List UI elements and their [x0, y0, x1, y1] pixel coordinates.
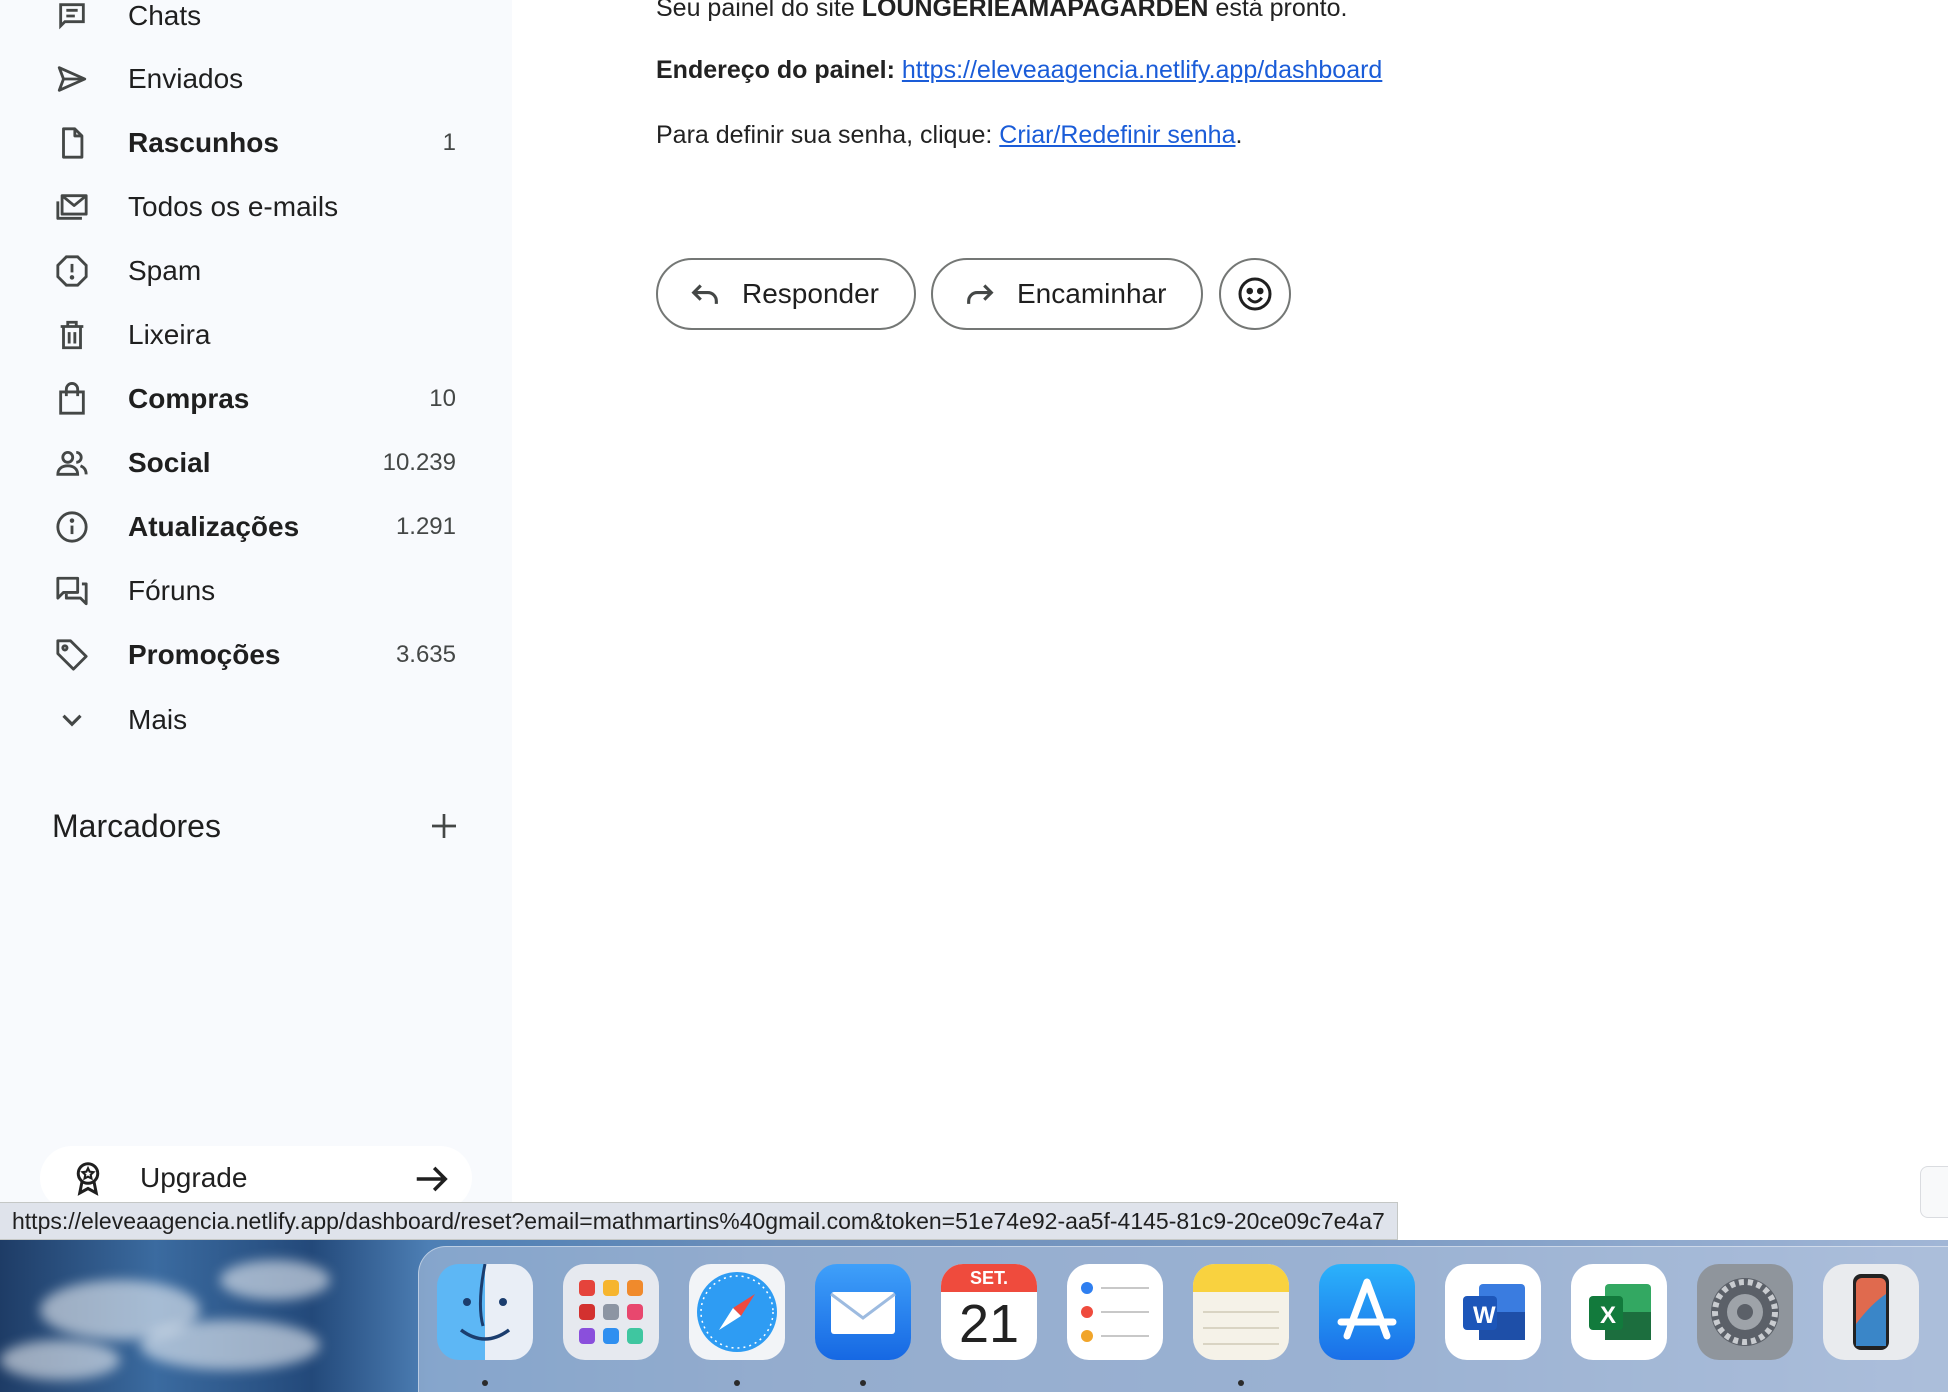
sidebar-item-promocoes[interactable]: Promoções 3.635 [0, 623, 512, 687]
sidebar-item-label: Promoções [128, 639, 281, 670]
dock-app-reminders[interactable] [1067, 1264, 1163, 1360]
people-icon [52, 443, 92, 483]
dock-app-calendar[interactable]: SET. 21 [941, 1264, 1037, 1360]
message-text: Para definir sua senha, clique: [656, 121, 1000, 149]
mail-envelope-icon [830, 1292, 896, 1334]
sidebar-item-label: Todos os e-mails [128, 191, 339, 222]
message-text: está pronto. [1208, 0, 1348, 22]
calendar-day: 21 [958, 1294, 1020, 1354]
upgrade-button[interactable]: Upgrade [40, 1146, 472, 1210]
unread-count: 3.635 [395, 641, 456, 668]
dock-app-safari[interactable] [689, 1264, 785, 1360]
sidebar-item-label: Rascunhos [128, 127, 279, 158]
finder-icon [459, 1264, 511, 1341]
notes-pad-icon [1193, 1264, 1289, 1345]
unread-count: 1 [442, 129, 456, 156]
chevron-down-icon [52, 700, 92, 740]
send-icon [52, 59, 92, 99]
sidebar-item-label: Spam [128, 255, 202, 286]
dock-app-app-store[interactable] [1319, 1264, 1415, 1360]
message-text: . [1235, 121, 1243, 149]
dock-app-word[interactable]: W [1445, 1264, 1541, 1360]
upgrade-label: Upgrade [140, 1162, 248, 1193]
safari-compass-icon [697, 1272, 777, 1352]
award-icon [76, 1162, 100, 1196]
sidebar-item-mais[interactable]: Mais [0, 688, 512, 752]
message-line-3: Para definir sua senha, clique: Criar/Re… [656, 121, 1242, 150]
sidebar-item-chats[interactable]: Chats [0, 0, 512, 48]
sidebar-item-lixeira[interactable]: Lixeira [0, 303, 512, 367]
dock-app-notes[interactable] [1193, 1264, 1289, 1360]
sidebar-item-todos-os-emails[interactable]: Todos os e-mails [0, 175, 512, 239]
dashboard-link[interactable]: https://eleveaagencia.netlify.app/dashbo… [902, 56, 1382, 84]
arrow-right-icon [416, 1166, 448, 1192]
shopping-bag-icon [52, 379, 92, 419]
reminders-list-icon [1081, 1282, 1149, 1342]
message-view: Seu painel do site LOUNGERIEAMAPAGARDEN … [512, 0, 1948, 1240]
trash-icon [52, 315, 92, 355]
plus-icon [432, 814, 456, 838]
sidebar-item-label: Mais [128, 704, 188, 735]
word-letter: W [1473, 1302, 1496, 1329]
labels-section-title: Marcadores [52, 808, 221, 844]
sidebar-item-rascunhos[interactable]: Rascunhos 1 [0, 111, 512, 175]
forum-icon [52, 571, 92, 611]
status-bar-url: https://eleveaagencia.netlify.app/dashbo… [0, 1202, 1398, 1240]
message-line-2: Endereço do painel: https://eleveaagenci… [656, 56, 1382, 85]
sidebar-item-foruns[interactable]: Fóruns [0, 559, 512, 623]
forward-label: Encaminhar [1017, 278, 1167, 309]
smiley-icon [1238, 277, 1272, 311]
sidebar-item-spam[interactable]: Spam [0, 239, 512, 303]
dashboard-address-label: Endereço do painel: [656, 56, 895, 84]
sidebar-item-label: Compras [128, 383, 250, 414]
reset-password-link[interactable]: Criar/Redefinir senha [999, 121, 1235, 149]
message-text: Seu painel do site [656, 0, 862, 22]
sidebar-item-label: Social [128, 447, 211, 478]
reply-button[interactable]: Responder [656, 258, 916, 330]
emoji-reaction-button[interactable] [1219, 258, 1291, 330]
sidebar-item-enviados[interactable]: Enviados [0, 47, 512, 111]
chat-icon [52, 0, 92, 36]
dock-app-mail[interactable] [815, 1264, 911, 1360]
sidebar: Chats Enviados Rascunhos 1 Todos os e-ma… [0, 0, 512, 1240]
tag-icon [52, 635, 92, 675]
sidebar-item-label: Chats [128, 0, 202, 31]
reply-label: Responder [742, 278, 879, 309]
sidebar-item-atualizacoes[interactable]: Atualizações 1.291 [0, 495, 512, 559]
dock-app-launchpad[interactable] [563, 1264, 659, 1360]
dock-app-iphone-mirroring[interactable] [1823, 1264, 1919, 1360]
sidebar-item-label: Atualizações [128, 511, 300, 542]
site-name: LOUNGERIEAMAPAGARDEN [861, 0, 1209, 22]
add-label-button[interactable] [424, 806, 464, 846]
spam-icon [52, 251, 92, 291]
excel-icon [1589, 1284, 1651, 1340]
forward-icon [967, 284, 994, 304]
dock-app-finder[interactable] [437, 1264, 533, 1360]
gear-icon [1711, 1278, 1779, 1346]
excel-letter: X [1600, 1302, 1617, 1329]
info-icon [52, 507, 92, 547]
side-panel-toggle[interactable] [1920, 1166, 1948, 1218]
unread-count: 10 [429, 385, 456, 412]
draft-file-icon [52, 123, 92, 163]
iphone-icon [1853, 1274, 1889, 1350]
unread-count: 1.291 [395, 513, 456, 540]
launchpad-grid-icon [579, 1280, 643, 1344]
message-line-1: Seu painel do site LOUNGERIEAMAPAGARDEN … [656, 0, 1347, 23]
all-mail-icon [52, 187, 92, 227]
sidebar-item-compras[interactable]: Compras 10 [0, 367, 512, 431]
unread-count: 10.239 [382, 449, 456, 476]
reply-icon [691, 284, 718, 304]
forward-button[interactable]: Encaminhar [931, 258, 1203, 330]
sidebar-item-label: Lixeira [128, 319, 211, 350]
sidebar-item-label: Enviados [128, 63, 244, 94]
calendar-month: SET. [941, 1264, 1037, 1292]
dock-app-system-settings[interactable] [1697, 1264, 1793, 1360]
dock-app-excel[interactable]: X [1571, 1264, 1667, 1360]
sidebar-item-social[interactable]: Social 10.239 [0, 431, 512, 495]
sidebar-item-label: Fóruns [128, 575, 216, 606]
app-store-icon [1337, 1278, 1397, 1340]
